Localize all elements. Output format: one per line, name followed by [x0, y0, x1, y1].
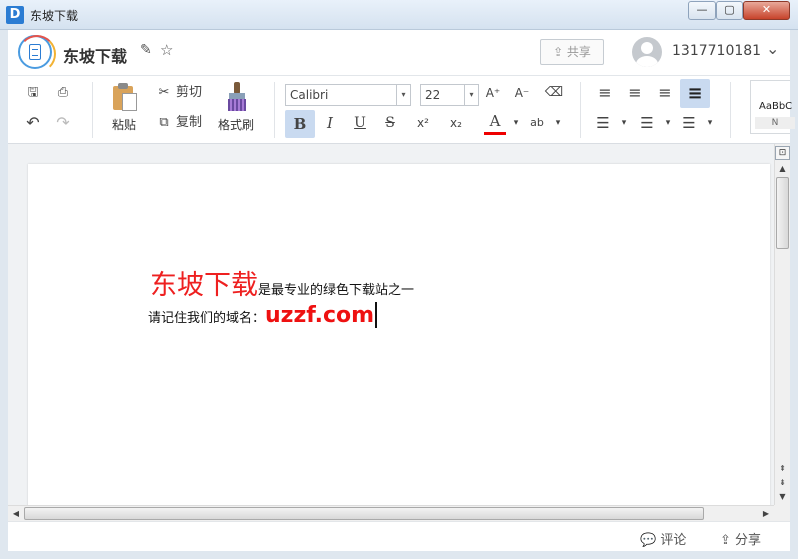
- subscript-button[interactable]: x₂: [443, 110, 469, 136]
- window-title: 东坡下载: [30, 9, 79, 23]
- scroll-left-icon[interactable]: ◀: [8, 506, 24, 522]
- font-size-select[interactable]: 22 ▾: [420, 84, 479, 106]
- bullet-list-button[interactable]: ☰: [636, 110, 658, 136]
- scroll-down-icon[interactable]: ▼: [775, 490, 790, 504]
- chevron-down-icon[interactable]: ⌄: [766, 39, 779, 58]
- headline-text: 东坡下载: [150, 270, 258, 301]
- underline-button[interactable]: U: [347, 110, 373, 136]
- window-titlebar: D 东坡下载 — ▢ ✕: [0, 0, 798, 30]
- align-justify-button[interactable]: ≡: [680, 79, 710, 108]
- share-button[interactable]: ⇪ 共享: [540, 39, 604, 65]
- app-header: 东坡下载 ✎ ☆ ⇪ 共享 1317710181 ⌄: [8, 30, 790, 76]
- numbered-list-button[interactable]: ☰: [592, 110, 614, 136]
- chevron-down-icon[interactable]: ▾: [704, 110, 716, 136]
- document-area: 东坡下载是最专业的绿色下载站之一 请记住我们的域名：uzzf.com ⊡ ▲ ⇞…: [8, 144, 790, 505]
- document-title[interactable]: 东坡下载: [63, 43, 127, 67]
- share-bottom-button[interactable]: ⇪ 分享: [720, 529, 761, 548]
- text-cursor: [375, 302, 378, 328]
- vertical-scroll-thumb[interactable]: [776, 177, 789, 249]
- paste-icon[interactable]: [111, 82, 141, 112]
- format-painter-icon[interactable]: [222, 82, 252, 112]
- document-line-2[interactable]: 请记住我们的域名：uzzf.com: [148, 302, 378, 328]
- font-color-button[interactable]: A: [484, 110, 506, 135]
- style-sample: AaBbC: [759, 101, 793, 112]
- highlight-button[interactable]: ab: [526, 110, 548, 136]
- undo-icon[interactable]: ↶: [22, 110, 44, 136]
- chevron-down-icon[interactable]: ▾: [662, 110, 674, 136]
- grow-font-button[interactable]: A⁺: [482, 80, 504, 106]
- clear-format-icon[interactable]: ⌫: [543, 80, 565, 106]
- format-painter-label[interactable]: 格式刷: [218, 116, 254, 133]
- align-center-button[interactable]: ≡: [622, 80, 648, 106]
- strikethrough-button[interactable]: S: [377, 110, 403, 136]
- line-spacing-button[interactable]: ☰: [678, 110, 700, 136]
- align-right-button[interactable]: ≡: [652, 80, 678, 106]
- chevron-down-icon[interactable]: ▾: [510, 110, 522, 136]
- scroll-up-icon[interactable]: ▲: [775, 162, 790, 176]
- print-icon[interactable]: ⎙: [52, 80, 74, 106]
- scrollbar-corner: [774, 505, 790, 521]
- comment-button[interactable]: 💬 评论: [640, 529, 686, 548]
- copy-button-label[interactable]: 复制: [176, 110, 202, 136]
- chevron-down-icon[interactable]: ▾: [618, 110, 630, 136]
- align-left-button[interactable]: ≡: [592, 80, 618, 106]
- font-size-value: 22: [425, 88, 441, 102]
- bottom-bar: 💬 评论 ⇪ 分享: [8, 521, 790, 551]
- page-down-icon[interactable]: ⇟: [775, 476, 790, 490]
- bold-button[interactable]: B: [285, 110, 315, 138]
- italic-button[interactable]: I: [317, 110, 343, 136]
- vertical-scrollbar[interactable]: ⊡ ▲ ⇞ ⇟ ▼: [774, 144, 790, 505]
- copy-icon[interactable]: ⧉: [154, 110, 174, 136]
- font-name-select[interactable]: Calibri ▾: [285, 84, 411, 106]
- app-icon: D: [6, 6, 24, 24]
- user-name[interactable]: 1317710181: [672, 43, 761, 59]
- star-icon[interactable]: ☆: [160, 41, 173, 59]
- domain-label: 请记住我们的域名：: [148, 311, 266, 326]
- formatting-toolbar: 🖫 ⎙ ↶ ↷ 粘贴 ✂ 剪切 ⧉ 复制 格式刷 Calibri ▾ 22 ▾ …: [8, 76, 795, 144]
- horizontal-scroll-thumb[interactable]: [24, 507, 704, 520]
- shrink-font-button[interactable]: A⁻: [511, 80, 533, 106]
- redo-icon[interactable]: ↷: [52, 110, 74, 136]
- app-logo-icon: [18, 35, 56, 73]
- maximize-button[interactable]: ▢: [716, 1, 743, 20]
- split-view-icon[interactable]: ⊡: [775, 146, 790, 160]
- superscript-button[interactable]: x²: [410, 110, 436, 136]
- font-name-value: Calibri: [290, 88, 329, 102]
- scroll-right-icon[interactable]: ▶: [758, 506, 774, 522]
- page-up-icon[interactable]: ⇞: [775, 462, 790, 476]
- close-button[interactable]: ✕: [743, 1, 790, 20]
- paste-button-label[interactable]: 粘贴: [112, 116, 136, 133]
- horizontal-scrollbar[interactable]: ◀ ▶: [8, 505, 774, 521]
- cut-icon[interactable]: ✂: [154, 80, 174, 106]
- body-text: 是最专业的绿色下载站之一: [258, 283, 415, 298]
- domain-text: uzzf.com: [265, 303, 375, 328]
- document-line-1[interactable]: 东坡下载是最专业的绿色下载站之一: [150, 263, 414, 302]
- save-icon[interactable]: 🖫: [22, 80, 44, 106]
- document-page[interactable]: 东坡下载是最专业的绿色下载站之一 请记住我们的域名：uzzf.com: [28, 164, 770, 505]
- minimize-button[interactable]: —: [688, 1, 716, 20]
- chevron-down-icon[interactable]: ▾: [552, 110, 564, 136]
- chevron-down-icon[interactable]: ▾: [396, 85, 410, 105]
- style-name: N: [755, 117, 795, 129]
- edit-title-icon[interactable]: ✎: [140, 42, 152, 58]
- style-gallery[interactable]: AaBbC N: [750, 80, 795, 134]
- chevron-down-icon[interactable]: ▾: [464, 85, 478, 105]
- avatar[interactable]: [632, 37, 662, 67]
- cut-button-label[interactable]: 剪切: [176, 80, 202, 106]
